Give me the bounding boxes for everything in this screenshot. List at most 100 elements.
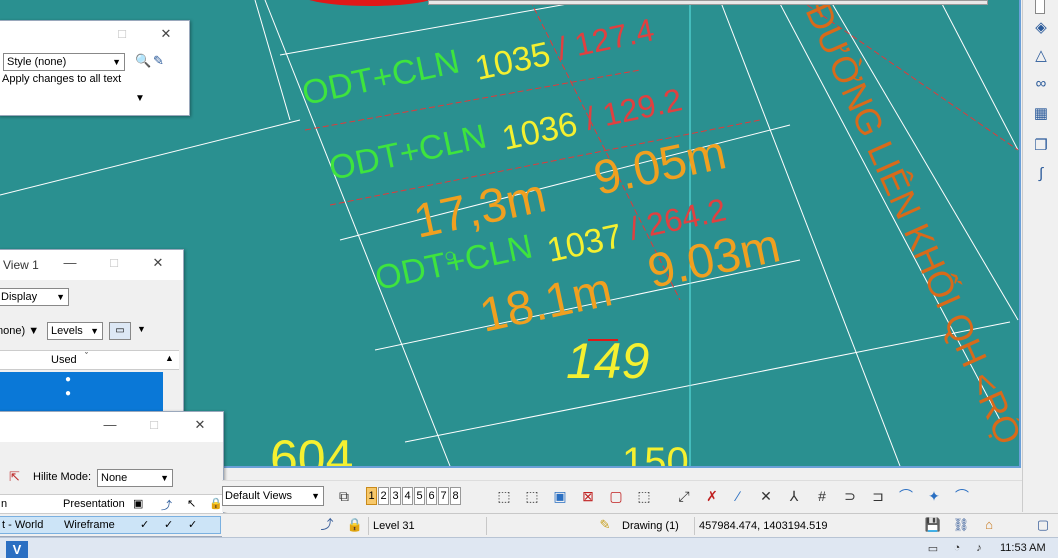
- red-shape: [309, 0, 431, 6]
- delete-icon[interactable]: ✗: [702, 486, 722, 506]
- sync-icon[interactable]: ⛓: [952, 516, 970, 534]
- close-icon[interactable]: ✕: [159, 27, 173, 41]
- copy-icon[interactable]: ❐: [1031, 136, 1051, 156]
- chevron-down-icon[interactable]: ▼: [137, 324, 146, 334]
- clock[interactable]: 11:53 AM: [1000, 542, 1046, 554]
- corner-icon[interactable]: ⅄: [784, 486, 804, 506]
- view-button-2[interactable]: 2: [378, 487, 389, 505]
- close-icon[interactable]: ✕: [151, 256, 165, 270]
- parcel-number-604: 604: [270, 430, 353, 466]
- search-icon[interactable]: 🔍: [135, 53, 151, 69]
- grid-icon[interactable]: ▦: [1031, 104, 1051, 124]
- hilite-mode-label: Hilite Mode:: [33, 471, 92, 483]
- save-icon[interactable]: 💾: [924, 516, 942, 534]
- windows-taskbar: V ▭ ◔ ♪ 11:53 AM: [0, 537, 1058, 558]
- hilite-mode-select[interactable]: None ▼: [97, 469, 173, 487]
- group-icon[interactable]: ⬚: [634, 486, 654, 506]
- slash-icon[interactable]: ∕: [728, 486, 748, 506]
- clear-selection-icon[interactable]: ▢: [606, 486, 626, 506]
- levels-select-value: Levels: [51, 325, 83, 337]
- arc-icon[interactable]: ⌒: [896, 486, 916, 506]
- row-check[interactable]: ✓: [188, 518, 197, 531]
- snap-icon[interactable]: ⤴: [161, 497, 172, 513]
- used-dot-icon: ●: [65, 388, 72, 399]
- style-select[interactable]: none) ▼: [0, 325, 39, 337]
- view-button-5[interactable]: 5: [414, 487, 425, 505]
- fill-icon[interactable]: ◈: [1031, 18, 1051, 38]
- level-table-row[interactable]: t - World Wireframe ✓ ✓ ✓: [0, 516, 221, 534]
- snap-mode-icon[interactable]: ⤴: [318, 516, 336, 534]
- network-icon[interactable]: ◔: [950, 542, 964, 556]
- column-presentation-header[interactable]: Presentation: [63, 498, 125, 510]
- close-icon[interactable]: ✕: [193, 418, 207, 432]
- pencil-icon[interactable]: ✎: [596, 516, 614, 534]
- level-display-dialog: — □ ✕ ⇱ Hilite Mode: None ▼ n Presentatio…: [0, 411, 224, 537]
- column-name-header[interactable]: n: [1, 498, 7, 510]
- edit-text-icon[interactable]: ✎: [153, 53, 164, 69]
- pointer-icon[interactable]: ↖: [187, 497, 196, 510]
- cursor-coordinates: 457984.474, 1403194.519: [694, 517, 920, 535]
- line-icon[interactable]: ⤢: [674, 486, 694, 506]
- minimize-icon[interactable]: —: [63, 256, 77, 270]
- row-check[interactable]: ✓: [140, 518, 149, 531]
- view-groups-icon[interactable]: ⧉: [334, 486, 354, 506]
- lot-1036-area: / 129.2: [582, 81, 685, 137]
- dimension-18-1: 18.1m: [475, 263, 617, 343]
- default-views-select[interactable]: Default Views ▼: [222, 486, 324, 506]
- maximize-icon: □: [150, 417, 158, 432]
- chevron-down-icon: ˇ: [85, 351, 88, 361]
- chevron-down-icon: ▼: [56, 292, 65, 302]
- lot-1035-number: 1035: [472, 35, 554, 88]
- active-level[interactable]: Level 31: [368, 517, 486, 535]
- levels-table-header: Used ˇ ▲: [0, 350, 179, 370]
- curve-icon[interactable]: ∫: [1031, 164, 1051, 184]
- level-display-icon[interactable]: ▭: [109, 322, 131, 340]
- fence-icon[interactable]: ⬚: [522, 486, 542, 506]
- scrollbar-stub[interactable]: [1035, 0, 1045, 14]
- display-icon[interactable]: ▣: [133, 497, 143, 510]
- home-icon[interactable]: ⌂: [980, 516, 998, 534]
- lot-1037-number: 1037: [544, 217, 626, 270]
- text-style-select[interactable]: Style (none) ▼: [3, 53, 125, 71]
- view-button-1[interactable]: 1: [366, 487, 377, 505]
- app-logo-icon[interactable]: V: [6, 541, 28, 558]
- battery-icon[interactable]: ▭: [926, 542, 940, 556]
- delete-fence-icon[interactable]: ⊠: [578, 486, 598, 506]
- select-all-icon[interactable]: ▣: [550, 486, 570, 506]
- display-select[interactable]: Display ▼: [0, 288, 69, 306]
- lock-icon[interactable]: 🔒: [209, 497, 223, 510]
- row-check[interactable]: ✓: [164, 518, 173, 531]
- volume-icon[interactable]: ♪: [972, 542, 986, 556]
- minimize-icon[interactable]: —: [103, 418, 117, 432]
- select-element-icon[interactable]: ⬚: [494, 486, 514, 506]
- message-icon[interactable]: ▢: [1034, 516, 1052, 534]
- intersect-icon[interactable]: ✕: [756, 486, 776, 506]
- status-bar: ⤴ 🔒 Level 31 ✎ Drawing (1) 457984.474, 1…: [222, 513, 1058, 537]
- scroll-up-icon[interactable]: ▲: [165, 353, 174, 363]
- fillet-icon[interactable]: ⌒: [952, 486, 972, 506]
- hilite-icon: ⇱: [9, 469, 20, 484]
- triangle-icon[interactable]: △: [1031, 46, 1051, 66]
- levels-select[interactable]: Levels ▼: [47, 322, 103, 340]
- extend-icon[interactable]: ⊃: [840, 486, 860, 506]
- hilite-mode-value: None: [101, 472, 128, 484]
- apply-all-text-label: Apply changes to all text: [2, 73, 122, 85]
- view-button-8[interactable]: 8: [450, 487, 461, 505]
- circles-icon[interactable]: ∞: [1031, 74, 1051, 94]
- star-icon[interactable]: ✦: [924, 486, 944, 506]
- hash-icon[interactable]: #: [812, 486, 832, 506]
- column-used-header[interactable]: Used: [51, 354, 77, 366]
- view-button-6[interactable]: 6: [426, 487, 437, 505]
- trim-icon[interactable]: ⊐: [868, 486, 888, 506]
- level-display-body: ⇱ Hilite Mode: None ▼ n Presentation ▣ ⤴ …: [0, 442, 223, 536]
- text-style-select-value: Style (none): [7, 56, 67, 68]
- view-button-7[interactable]: 7: [438, 487, 449, 505]
- view-button-3[interactable]: 3: [390, 487, 401, 505]
- view-title: View 1: [3, 258, 39, 272]
- chevron-down-icon[interactable]: ▼: [135, 93, 145, 104]
- lock-icon[interactable]: 🔒: [346, 516, 364, 534]
- lot-1035-code: ODT+CLN: [299, 42, 463, 112]
- text-style-dialog: □ ✕ Style (none) ▼ 🔍 ✎ Apply changes to a…: [0, 20, 190, 116]
- active-model[interactable]: Drawing (1): [618, 517, 694, 535]
- view-button-4[interactable]: 4: [402, 487, 413, 505]
